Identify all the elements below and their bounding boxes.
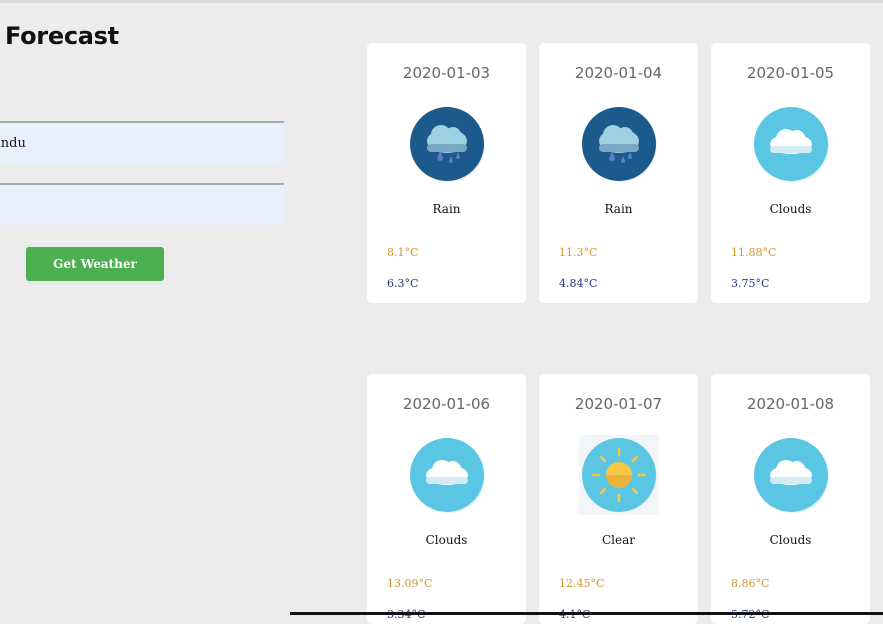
max-temp: 13.09°C — [387, 577, 433, 590]
condition-label: Rain — [432, 202, 461, 216]
forecast-date: 2020-01-06 — [402, 395, 491, 413]
clouds-icon — [751, 435, 831, 515]
clouds-icon — [407, 435, 487, 515]
clear-icon — [579, 435, 659, 515]
forecast-card: 2020-01-03 Rain 8.1°C 6.3°C — [367, 43, 526, 303]
forecast-date: 2020-01-05 — [746, 64, 835, 82]
forecast-card: 2020-01-05 Clouds 11.88°C 3.75°C — [711, 43, 870, 303]
rain-icon — [579, 104, 659, 184]
city-field[interactable] — [0, 121, 284, 163]
min-temp: 4.84°C — [559, 277, 598, 290]
city-input[interactable] — [0, 123, 284, 163]
forecast-date: 2020-01-07 — [574, 395, 663, 413]
forecast-card: 2020-01-07 Clear 12.45°C 4.1°C — [539, 374, 698, 624]
condition-label: Clouds — [769, 202, 812, 216]
forecast-date: 2020-01-08 — [746, 395, 835, 413]
second-field[interactable] — [0, 183, 284, 225]
rain-icon — [407, 104, 487, 184]
forecast-date: 2020-01-03 — [402, 64, 491, 82]
max-temp: 8.86°C — [731, 577, 770, 590]
top-divider — [0, 0, 883, 3]
max-temp: 11.88°C — [731, 246, 777, 259]
page-title: Forecast — [5, 22, 119, 50]
min-temp: 6.3°C — [387, 277, 419, 290]
condition-label: Clouds — [425, 533, 468, 547]
condition-label: Clouds — [769, 533, 812, 547]
min-temp: 3.75°C — [731, 277, 770, 290]
max-temp: 12.45°C — [559, 577, 605, 590]
forecast-card: 2020-01-06 Clouds 13.09°C 3.34°C — [367, 374, 526, 624]
max-temp: 11.3°C — [559, 246, 598, 259]
get-weather-button[interactable]: Get Weather — [26, 247, 164, 281]
condition-label: Rain — [604, 202, 633, 216]
max-temp: 8.1°C — [387, 246, 419, 259]
second-input[interactable] — [0, 185, 284, 225]
forecast-card: 2020-01-04 Rain 11.3°C 4.84°C — [539, 43, 698, 303]
clouds-icon — [751, 104, 831, 184]
forecast-card: 2020-01-08 Clouds 8.86°C 5.72°C — [711, 374, 870, 624]
forecast-date: 2020-01-04 — [574, 64, 663, 82]
condition-label: Clear — [601, 533, 635, 547]
